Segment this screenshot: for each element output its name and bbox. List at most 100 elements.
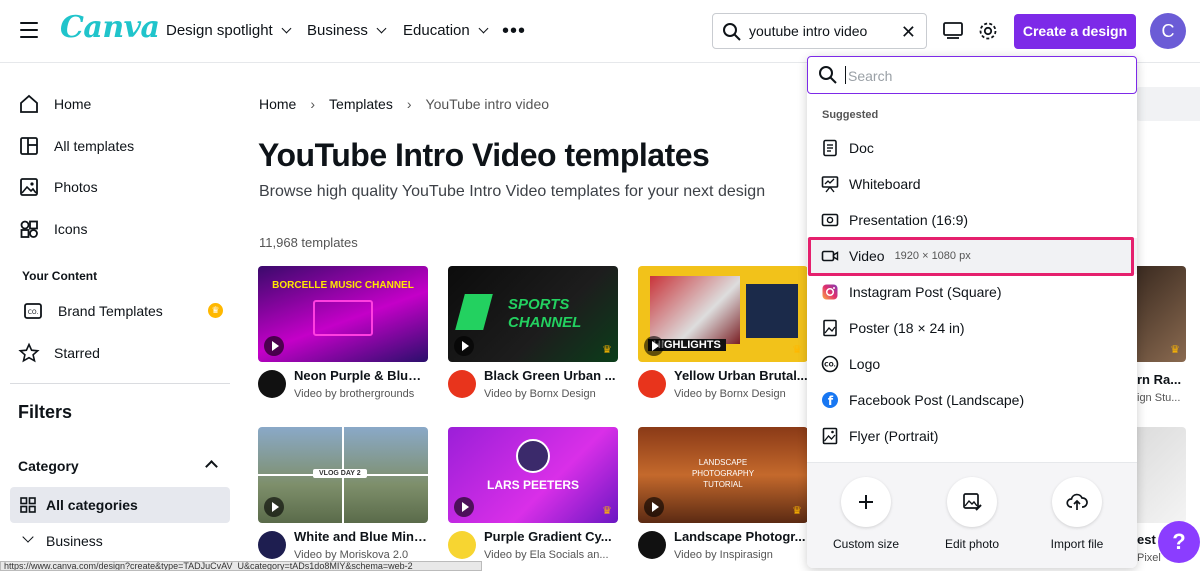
plus-icon <box>859 495 873 509</box>
brand-icon: CO. <box>24 303 42 319</box>
breadcrumb-current: YouTube intro video <box>425 96 550 112</box>
edit-photo-button[interactable]: Edit photo <box>922 477 1022 551</box>
author-avatar <box>258 531 286 559</box>
search-icon <box>723 23 741 41</box>
sidebar-item-brand-templates[interactable]: CO. Brand Templates <box>22 300 163 322</box>
status-bar-url: https://www.canva.com/design?create&type… <box>0 561 482 571</box>
sidebar-item-icons[interactable]: Icons <box>18 218 87 240</box>
sidebar-item-starred[interactable]: Starred <box>18 342 100 364</box>
video-highlight-box <box>808 237 1134 276</box>
custom-size-button[interactable]: Custom size <box>816 477 916 551</box>
partial-card-author: Pixel <box>1137 552 1161 564</box>
doc-icon <box>823 139 837 157</box>
template-card[interactable]: BORCELLE MUSIC CHANNEL Neon Purple & Blu… <box>258 266 428 408</box>
dropdown-item-facebook[interactable]: f Facebook Post (Landscape) <box>807 382 1137 418</box>
template-card[interactable]: VLOG DAY 2 White and Blue Mini... Video … <box>258 427 428 569</box>
presentation-icon <box>821 213 839 227</box>
partial-card-title: rn Ra... <box>1137 372 1182 387</box>
dropdown-item-poster[interactable]: Poster (18 × 24 in) <box>807 310 1137 346</box>
play-icon <box>264 336 284 356</box>
flyer-icon <box>822 427 838 445</box>
template-count: 11,968 templates <box>259 235 358 250</box>
template-search-input[interactable] <box>1136 87 1200 121</box>
photo-icon <box>20 178 38 196</box>
filter-all-categories[interactable]: All categories <box>10 487 230 523</box>
instagram-icon <box>822 284 838 300</box>
filter-business[interactable]: Business <box>46 533 103 549</box>
category-toggle[interactable]: Category <box>18 458 222 474</box>
template-thumbnail: BORCELLE MUSIC CHANNEL <box>258 266 428 362</box>
sidebar-item-all-templates[interactable]: All templates <box>18 135 134 157</box>
template-thumbnail[interactable]: ♛ <box>1136 266 1186 362</box>
svg-text:CO.: CO. <box>28 309 39 316</box>
play-icon <box>454 497 474 517</box>
menu-icon[interactable] <box>20 22 38 40</box>
logo-icon: CO. <box>821 355 839 373</box>
dropdown-search-input[interactable]: Search <box>807 56 1137 94</box>
template-card[interactable]: SPORTS CHANNEL ♛ Black Green Urban ... V… <box>448 266 618 408</box>
play-icon <box>644 336 664 356</box>
template-thumbnail: LARS PEETERS ♛ <box>448 427 618 523</box>
sidebar-item-photos[interactable]: Photos <box>18 176 98 198</box>
nav-education[interactable]: Education <box>403 22 489 39</box>
gear-icon[interactable] <box>977 20 999 42</box>
play-icon <box>264 497 284 517</box>
crown-icon: ♛ <box>792 344 802 356</box>
crown-icon: ♛ <box>208 303 223 318</box>
template-thumbnail: VLOG DAY 2 <box>258 427 428 523</box>
crown-icon: ♛ <box>792 505 802 517</box>
facebook-icon: f <box>822 392 838 408</box>
template-card[interactable]: LANDSCAPE PHOTOGRAPHY TUTORIAL ♛ Landsca… <box>638 427 808 569</box>
template-card[interactable]: LARS PEETERS ♛ Purple Gradient Cy... Vid… <box>448 427 618 569</box>
edit-photo-icon <box>963 493 982 511</box>
chevron-down-icon <box>281 23 292 34</box>
template-thumbnail: LANDSCAPE PHOTOGRAPHY TUTORIAL ♛ <box>638 427 808 523</box>
crown-icon: ♛ <box>602 505 612 517</box>
dropdown-item-instagram[interactable]: Instagram Post (Square) <box>807 274 1137 310</box>
upload-icon <box>1066 493 1088 510</box>
dropdown-item-flyer[interactable]: Flyer (Portrait) <box>807 418 1137 454</box>
shapes-icon <box>20 220 38 238</box>
chevron-down-icon <box>478 23 489 34</box>
your-content-heading: Your Content <box>22 269 98 283</box>
template-thumbnail: SPORTS CHANNEL ♛ <box>448 266 618 362</box>
author-avatar <box>448 531 476 559</box>
poster-icon <box>823 319 837 337</box>
author-avatar <box>638 531 666 559</box>
template-thumbnail: HIGHLIGHTS ♛ <box>638 266 808 362</box>
template-card[interactable]: HIGHLIGHTS ♛ Yellow Urban Brutal... Vide… <box>638 266 808 408</box>
top-search-input[interactable]: youtube intro video ✕ <box>712 13 927 49</box>
template-thumbnail[interactable] <box>1136 427 1186 523</box>
create-design-button[interactable]: Create a design <box>1014 14 1136 49</box>
home-icon <box>20 94 38 113</box>
partial-card-author: ign Stu... <box>1137 392 1181 404</box>
clear-search-icon[interactable]: ✕ <box>901 23 916 41</box>
page-subtitle: Browse high quality YouTube Intro Video … <box>259 183 766 200</box>
crown-icon: ♛ <box>1170 344 1180 356</box>
monitor-icon[interactable] <box>942 20 964 42</box>
breadcrumb-templates[interactable]: Templates <box>329 96 393 112</box>
dropdown-item-whiteboard[interactable]: Whiteboard <box>807 166 1137 202</box>
partial-card-title: est <box>1137 532 1156 547</box>
more-icon[interactable]: ••• <box>502 21 526 41</box>
import-file-button[interactable]: Import file <box>1027 477 1127 551</box>
play-icon <box>644 497 664 517</box>
templates-icon <box>20 137 38 155</box>
dropdown-footer: Custom size Edit photo Import file <box>807 462 1137 568</box>
dropdown-item-doc[interactable]: Doc <box>807 130 1137 166</box>
breadcrumb-home[interactable]: Home <box>259 96 296 112</box>
suggested-heading: Suggested <box>822 109 879 121</box>
page-title: YouTube Intro Video templates <box>258 137 710 173</box>
create-design-dropdown: Search Suggested Doc Whiteboard Presenta… <box>807 56 1137 568</box>
sidebar-item-home[interactable]: Home <box>18 93 91 115</box>
nav-business[interactable]: Business <box>307 22 387 39</box>
help-button[interactable]: ? <box>1158 521 1200 563</box>
avatar[interactable]: C <box>1150 13 1186 49</box>
top-bar: Canva Design spotlight Business Educatio… <box>0 0 1200 63</box>
canva-logo[interactable]: Canva <box>60 10 160 45</box>
nav-design-spotlight[interactable]: Design spotlight <box>166 22 292 39</box>
dropdown-item-logo[interactable]: CO. Logo <box>807 346 1137 382</box>
dropdown-item-presentation[interactable]: Presentation (16:9) <box>807 202 1137 238</box>
author-avatar <box>448 370 476 398</box>
chevron-right-icon: › <box>406 96 412 112</box>
